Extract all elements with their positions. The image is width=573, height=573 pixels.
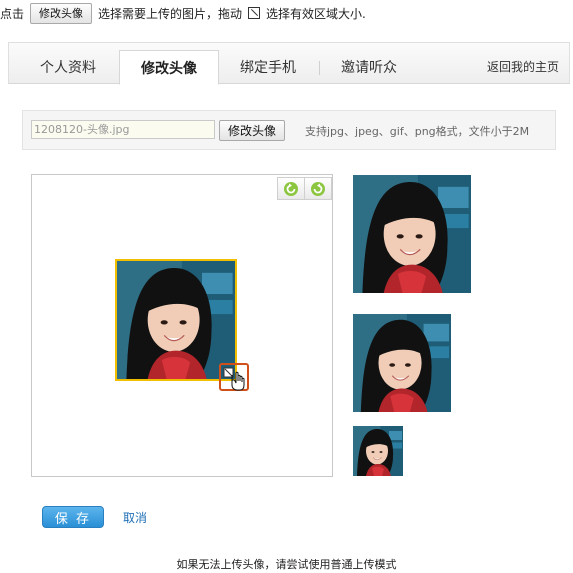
rotate-left-button[interactable]: [277, 177, 305, 200]
save-button[interactable]: 保 存: [42, 506, 104, 528]
tab-bar: 个人资料 修改头像 绑定手机 邀请听众 返回我的主页: [8, 42, 570, 85]
back-to-home-link[interactable]: 返回我的主页: [487, 58, 559, 75]
tab-change-avatar[interactable]: 修改头像: [119, 50, 219, 85]
instruction-line: 点击 修改头像 选择需要上传的图片，拖动 选择有效区域大小.: [0, 2, 366, 24]
rotate-left-icon: [284, 181, 298, 196]
crop-selection[interactable]: [115, 259, 237, 381]
preview-small: [353, 426, 403, 476]
instruction-middle: 选择需要上传的图片，拖动: [98, 6, 243, 21]
instruction-prefix: 点击: [0, 6, 25, 21]
avatar-preview-small: [353, 426, 403, 476]
preview-large: [353, 175, 471, 293]
tab-profile[interactable]: 个人资料: [19, 51, 117, 83]
hand-cursor-icon: [223, 367, 245, 391]
change-avatar-button[interactable]: 修改头像: [219, 120, 286, 141]
file-path-field[interactable]: [31, 120, 215, 139]
instruction-suffix: 选择有效区域大小.: [266, 6, 366, 21]
avatar-preview-medium: [353, 314, 451, 412]
tab-bind-phone[interactable]: 绑定手机: [219, 51, 317, 83]
resize-handle[interactable]: [219, 363, 249, 391]
upload-row: 修改头像 支持jpg、jpeg、gif、png格式，文件小于2M: [22, 110, 556, 150]
fallback-upload-note[interactable]: 如果无法上传头像，请尝试使用普通上传模式: [0, 556, 573, 572]
avatar-preview-large: [353, 175, 471, 293]
preview-medium: [353, 314, 451, 412]
cancel-link[interactable]: 取消: [123, 509, 147, 526]
format-hint: 支持jpg、jpeg、gif、png格式，文件小于2M: [305, 125, 530, 138]
rotate-right-button[interactable]: [304, 177, 332, 200]
rotate-right-icon: [311, 181, 325, 196]
avatar-crop-editor: [31, 174, 333, 477]
tab-invite-listeners[interactable]: 邀请听众: [320, 51, 418, 83]
instruction-button-sample: 修改头像: [30, 2, 93, 24]
resize-handle-icon: [248, 7, 261, 19]
avatar-photo: [117, 261, 235, 379]
